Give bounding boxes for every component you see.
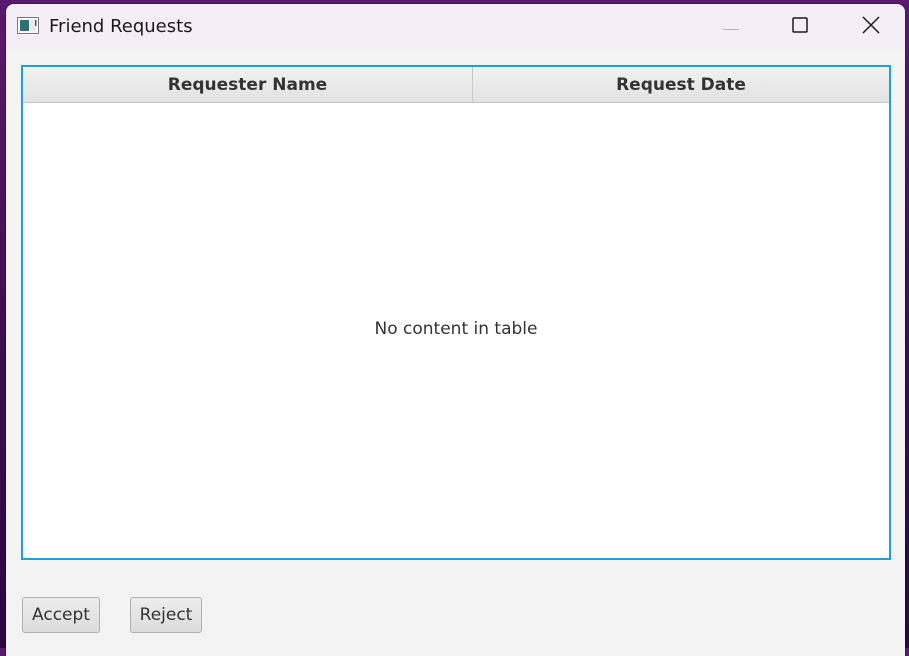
close-button[interactable] xyxy=(836,4,905,50)
accept-button[interactable]: Accept xyxy=(22,597,100,633)
title-bar: Friend Requests xyxy=(6,4,905,50)
maximize-button[interactable] xyxy=(765,4,835,50)
empty-table-placeholder: No content in table xyxy=(374,319,538,339)
minimize-button[interactable] xyxy=(696,4,766,50)
table-header: Requester Name Request Date xyxy=(23,67,889,103)
close-icon xyxy=(862,15,880,39)
friend-requests-table[interactable]: Requester Name Request Date No content i… xyxy=(21,65,891,560)
column-header-request-date[interactable]: Request Date xyxy=(473,67,889,102)
window-title: Friend Requests xyxy=(49,16,193,37)
reject-button[interactable]: Reject xyxy=(130,597,202,633)
friend-requests-window: Friend Requests Requester Name Request D… xyxy=(6,4,905,656)
maximize-icon xyxy=(792,16,808,38)
minimize-icon xyxy=(723,18,739,36)
java-app-icon xyxy=(17,17,39,34)
column-header-requester-name[interactable]: Requester Name xyxy=(23,67,473,102)
